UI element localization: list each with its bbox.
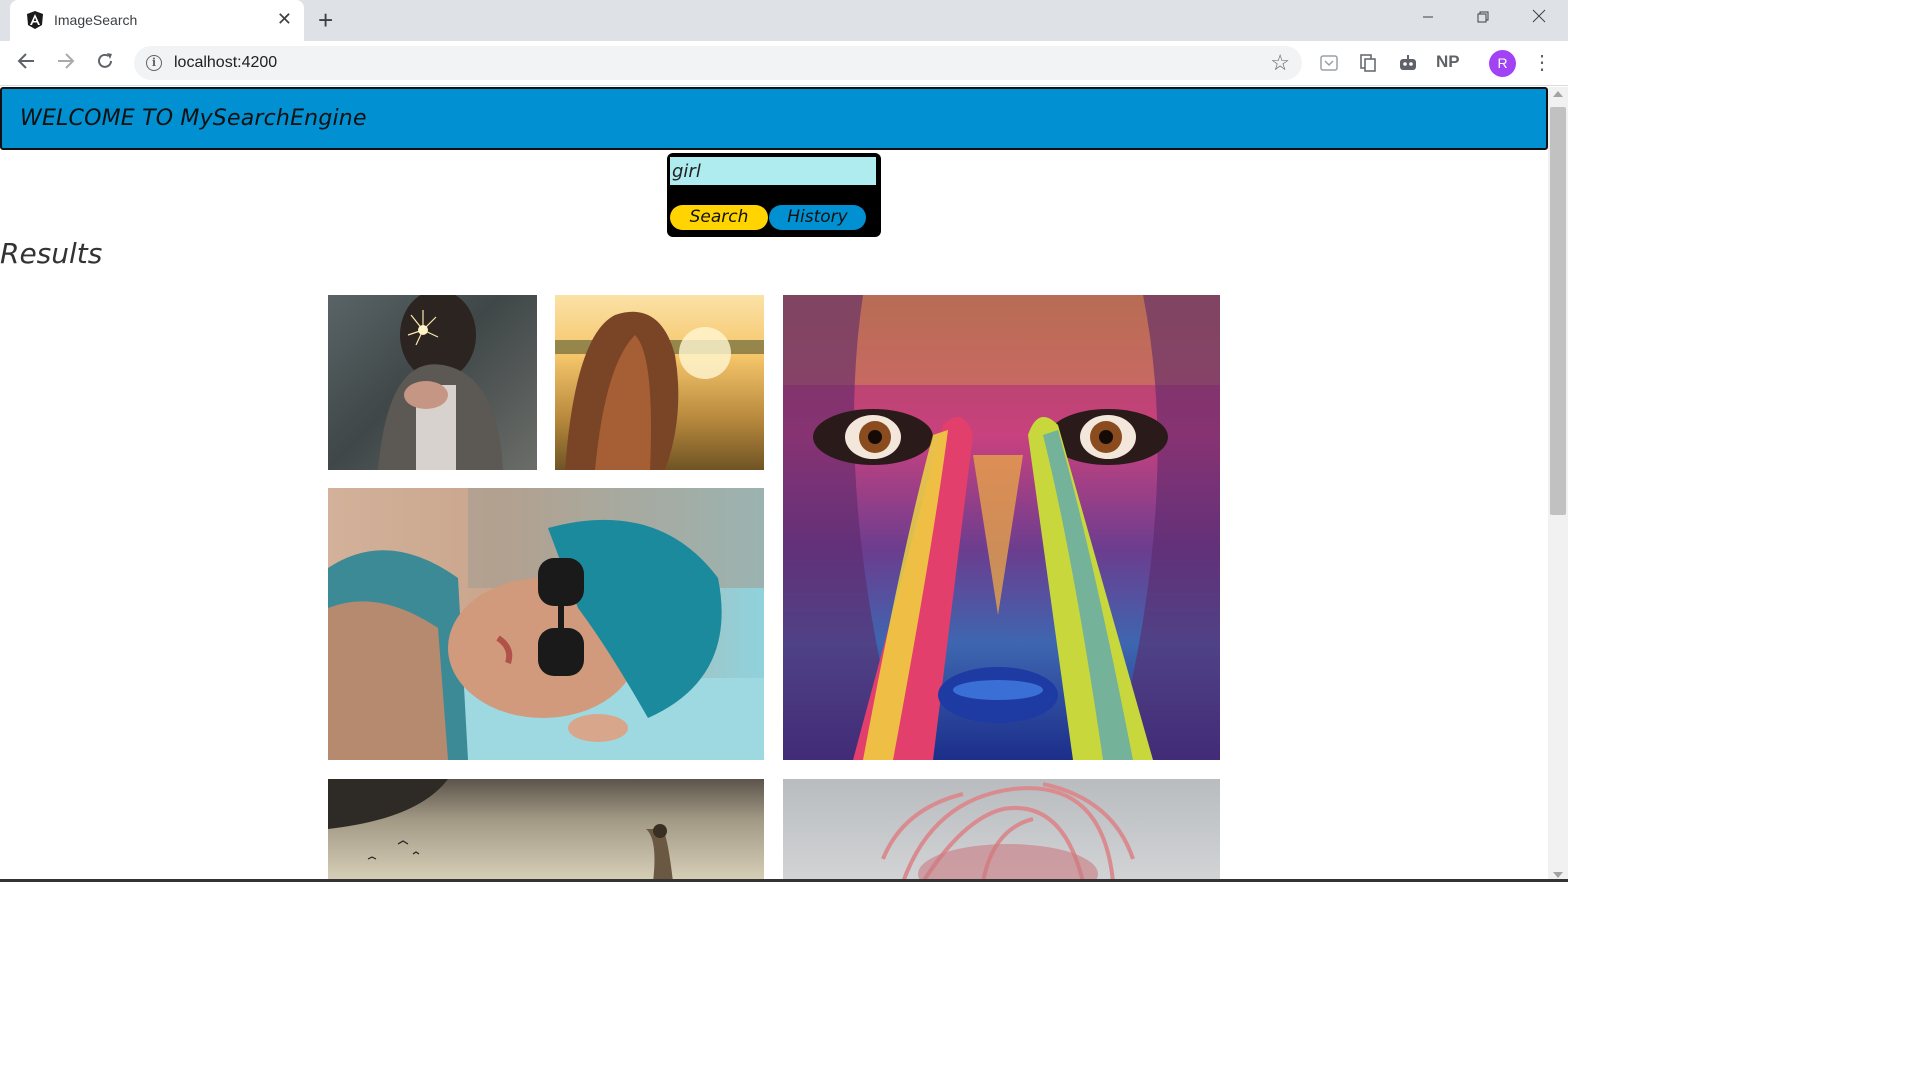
results-heading: Results xyxy=(0,237,103,270)
result-image[interactable] xyxy=(783,779,1220,882)
app-header: WELCOME TO MySearchEngine xyxy=(0,87,1548,150)
search-panel: Search History xyxy=(667,153,881,237)
page-scrollbar[interactable] xyxy=(1548,87,1568,882)
address-bar[interactable]: i localhost:4200 ☆ xyxy=(134,46,1302,80)
scroll-down-icon[interactable] xyxy=(1553,872,1563,878)
copy-extension-icon[interactable] xyxy=(1358,53,1378,78)
page-viewport: WELCOME TO MySearchEngine Search History… xyxy=(0,87,1548,882)
close-tab-icon[interactable]: ✕ xyxy=(277,9,292,29)
browser-toolbar: i localhost:4200 ☆ NP R ⋮ xyxy=(0,41,1568,86)
url-text[interactable]: localhost:4200 xyxy=(174,54,277,72)
forward-icon[interactable] xyxy=(52,50,80,78)
browser-tab-strip: ImageSearch ✕ + xyxy=(0,0,1568,41)
scroll-thumb[interactable] xyxy=(1550,107,1566,515)
history-button[interactable]: History xyxy=(769,205,866,230)
new-tab-button[interactable]: + xyxy=(318,6,333,34)
result-image[interactable] xyxy=(328,295,537,470)
tab-title: ImageSearch xyxy=(54,12,138,28)
bookmark-star-icon[interactable]: ☆ xyxy=(1270,51,1290,75)
angular-logo-icon xyxy=(27,11,43,29)
scroll-up-icon[interactable] xyxy=(1553,91,1563,97)
search-button[interactable]: Search xyxy=(670,205,768,230)
result-image[interactable] xyxy=(328,488,764,760)
result-image[interactable] xyxy=(783,295,1220,760)
window-bottom-edge xyxy=(0,879,1568,882)
browser-tab[interactable]: ImageSearch ✕ xyxy=(10,0,304,41)
info-icon[interactable]: i xyxy=(146,55,162,71)
result-image[interactable] xyxy=(328,779,764,882)
close-window-icon[interactable] xyxy=(1519,6,1559,32)
pocket-extension-icon[interactable] xyxy=(1319,53,1339,78)
robot-extension-icon[interactable] xyxy=(1397,53,1419,78)
back-icon[interactable] xyxy=(12,50,40,78)
reload-icon[interactable] xyxy=(91,50,119,78)
profile-avatar[interactable]: R xyxy=(1489,50,1516,77)
page-title: WELCOME TO MySearchEngine xyxy=(20,106,367,131)
result-image[interactable] xyxy=(555,295,764,470)
np-extension-icon[interactable]: NP xyxy=(1436,52,1460,72)
minimize-icon[interactable] xyxy=(1408,6,1448,32)
restore-icon[interactable] xyxy=(1463,6,1503,32)
menu-kebab-icon[interactable]: ⋮ xyxy=(1532,50,1552,76)
search-input[interactable] xyxy=(670,157,876,185)
